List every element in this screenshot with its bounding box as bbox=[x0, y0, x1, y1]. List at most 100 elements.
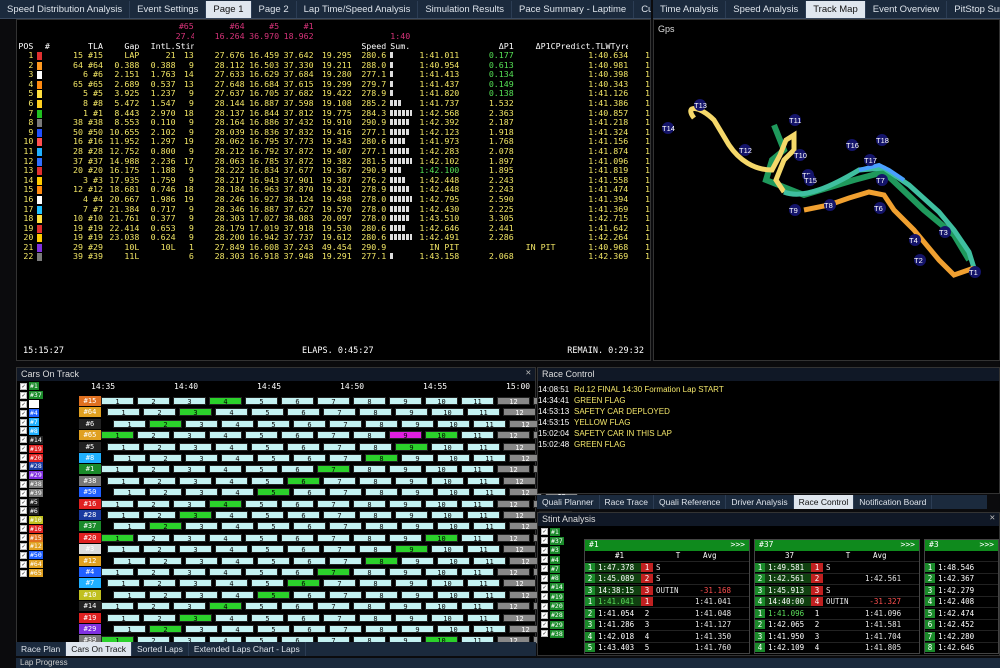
lap-box[interactable]: 6 bbox=[293, 625, 326, 634]
lap-box[interactable]: 11 bbox=[467, 408, 500, 417]
car-filter-item[interactable]: ✓ #16 bbox=[20, 524, 60, 533]
timing-row[interactable]: 7 1 #1 8.443 2.970 18 28.137 16.844 37.812 19.77… bbox=[17, 109, 650, 119]
lap-box[interactable]: 2 bbox=[149, 488, 182, 497]
top-left-tab-7[interactable]: Custom Web Page 2 bbox=[634, 1, 651, 18]
car-filter-item[interactable]: ✓ #19 bbox=[20, 444, 60, 453]
stint-row[interactable]: 3 1:41.286 3 1:41.127 bbox=[585, 618, 749, 631]
checkbox[interactable]: ✓ bbox=[20, 436, 27, 444]
lap-box[interactable]: 4 bbox=[209, 465, 242, 474]
lap-box[interactable]: 10 bbox=[437, 556, 470, 566]
stint-row[interactable]: 4 1:42.018 4 1:41.350 bbox=[585, 630, 749, 642]
lap-box[interactable]: 9 bbox=[395, 545, 428, 554]
lap-box[interactable]: 4 bbox=[209, 431, 242, 440]
lap-box[interactable]: 9 bbox=[389, 499, 422, 509]
car-filter-item[interactable]: ✓ #7 bbox=[20, 418, 60, 427]
lap-box[interactable]: 10 bbox=[437, 590, 470, 600]
lap-box[interactable]: 10 bbox=[425, 499, 458, 509]
checkbox[interactable]: ✓ bbox=[541, 621, 548, 629]
stint-row[interactable]: 2 1:42.065 2 1:41.581 bbox=[755, 618, 919, 631]
lap-box[interactable]: 10 bbox=[437, 454, 470, 463]
timing-row[interactable]: 16 4 #4 20.667 1.986 19 28.246 16.927 38.124 19.… bbox=[17, 195, 650, 205]
lap-box[interactable]: 1 bbox=[101, 431, 134, 440]
lap-box[interactable]: 4 bbox=[221, 419, 254, 429]
checkbox[interactable]: ✓ bbox=[541, 602, 548, 610]
lap-box[interactable]: 6 bbox=[287, 511, 320, 520]
lap-box[interactable]: 2 bbox=[137, 533, 170, 543]
lap-box[interactable]: 4 bbox=[215, 613, 248, 623]
lap-box[interactable]: 7 bbox=[317, 397, 350, 406]
lap-box[interactable]: 1 bbox=[107, 613, 140, 623]
lap-box[interactable]: 2 bbox=[137, 397, 170, 406]
lap-box[interactable]: 9 bbox=[389, 568, 422, 577]
top-left-tab-0[interactable]: Speed Distribution Analysis bbox=[0, 1, 131, 18]
lap-box[interactable]: 3 bbox=[173, 465, 206, 474]
lap-box[interactable]: 8 bbox=[353, 533, 386, 543]
checkbox[interactable]: ✓ bbox=[541, 528, 548, 536]
checkbox[interactable]: ✓ bbox=[541, 574, 548, 582]
lap-box[interactable]: 11 bbox=[467, 476, 500, 486]
timing-row[interactable]: 4 65 #65 2.689 0.537 13 27.648 16.684 37.615 19.… bbox=[17, 80, 650, 90]
lap-box[interactable]: 2 bbox=[149, 522, 182, 531]
lap-box[interactable]: 12 bbox=[497, 465, 530, 474]
lap-box[interactable]: 11 bbox=[461, 465, 494, 474]
lap-box[interactable]: 8 bbox=[365, 625, 398, 634]
car-filter-item[interactable]: ✓ #50 bbox=[20, 551, 60, 560]
close-icon[interactable]: ✕ bbox=[526, 368, 531, 378]
stint-row[interactable]: 8 1:42.646 bbox=[925, 641, 998, 654]
lap-box[interactable]: 12 bbox=[503, 545, 536, 554]
lap-box[interactable]: 3 bbox=[179, 579, 212, 588]
top-right-tab-0[interactable]: Time Analysis bbox=[653, 1, 727, 18]
lap-box[interactable]: 7 bbox=[323, 408, 356, 417]
lap-box[interactable]: 4 bbox=[221, 488, 254, 497]
lap-box[interactable]: 2 bbox=[149, 625, 182, 634]
lap-box[interactable]: 6 bbox=[287, 579, 320, 588]
lap-box[interactable]: 8 bbox=[365, 454, 398, 463]
lap-box[interactable]: 4 bbox=[215, 511, 248, 520]
lap-box[interactable]: 1 bbox=[113, 625, 146, 634]
lap-box[interactable]: 11 bbox=[473, 590, 506, 600]
lap-box[interactable]: 1 bbox=[107, 408, 140, 417]
lap-box[interactable]: 12 bbox=[497, 499, 530, 509]
lap-box[interactable]: 6 bbox=[287, 476, 320, 486]
checkbox[interactable]: ✓ bbox=[20, 454, 27, 462]
lap-box[interactable]: 11 bbox=[467, 579, 500, 588]
lap-box[interactable]: 11 bbox=[473, 625, 506, 634]
lap-box[interactable]: 7 bbox=[323, 613, 356, 623]
lap-box[interactable]: 7 bbox=[317, 602, 350, 611]
lap-box[interactable]: 5 bbox=[251, 511, 284, 520]
race-control-tab-5[interactable]: Notification Board bbox=[854, 495, 933, 509]
lap-box[interactable]: 12 bbox=[497, 602, 530, 611]
lap-box[interactable]: 11 bbox=[461, 533, 494, 543]
lap-box[interactable]: 8 bbox=[359, 579, 392, 588]
car-filter-item[interactable]: ✓ #10 bbox=[20, 515, 60, 524]
car-filter-item[interactable]: ✓ #37 bbox=[541, 536, 581, 545]
race-control-tab-2[interactable]: Quali Reference bbox=[654, 495, 727, 509]
lap-box[interactable]: 8 bbox=[353, 465, 386, 474]
lap-box[interactable]: 9 bbox=[401, 625, 434, 634]
stint-row[interactable]: 2 1:41.054 2 1:41.048 bbox=[585, 607, 749, 619]
timing-row[interactable]: 17 7 #7 21.384 0.717 9 28.346 16.887 37.627 19.5… bbox=[17, 205, 650, 215]
lap-box[interactable]: 2 bbox=[137, 431, 170, 440]
checkbox[interactable]: ✓ bbox=[20, 445, 27, 453]
lap-box[interactable]: 10 bbox=[425, 465, 458, 474]
stint-row[interactable]: 6 1:42.452 bbox=[925, 618, 998, 631]
lap-box[interactable]: 1 bbox=[101, 499, 134, 509]
timing-row[interactable]: 6 8 #8 5.472 1.547 9 28.144 16.887 37.598 19.108… bbox=[17, 99, 650, 109]
stint-row[interactable]: 4 14:40:00 4 OUTIN -31.327 bbox=[755, 595, 919, 608]
lap-box[interactable]: 3 bbox=[179, 511, 212, 520]
lap-box[interactable]: 5 bbox=[251, 579, 284, 588]
lap-box[interactable]: 8 bbox=[365, 488, 398, 497]
lap-box[interactable]: 11 bbox=[467, 545, 500, 554]
checkbox[interactable]: ✓ bbox=[541, 630, 548, 638]
car-filter-item[interactable]: ✓ #20 bbox=[20, 453, 60, 462]
lap-box[interactable]: 2 bbox=[149, 419, 182, 429]
car-filter-item[interactable]: ✓ #8 bbox=[20, 426, 60, 435]
lap-box[interactable]: 11 bbox=[467, 613, 500, 623]
lap-box[interactable]: 8 bbox=[359, 545, 392, 554]
lap-box[interactable]: 5 bbox=[257, 625, 290, 634]
checkbox[interactable]: ✓ bbox=[541, 546, 548, 554]
lap-box[interactable]: 9 bbox=[395, 579, 428, 588]
stint-row[interactable]: 4 1:42.408 bbox=[925, 595, 998, 608]
lap-box[interactable]: 11 bbox=[473, 454, 506, 463]
lap-box[interactable]: 10 bbox=[437, 419, 470, 429]
